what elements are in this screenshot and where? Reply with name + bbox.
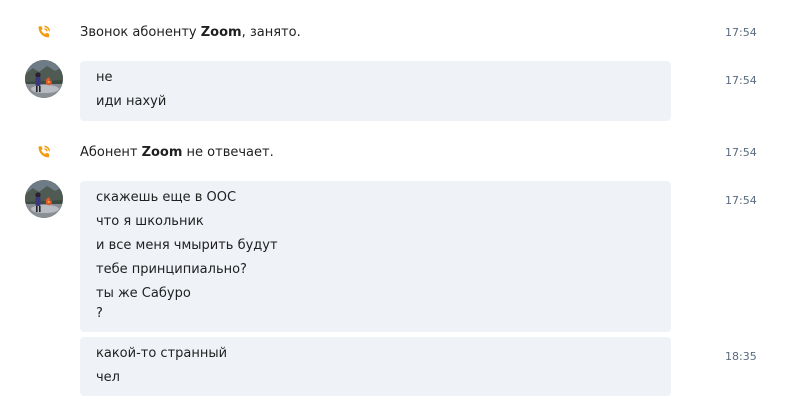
call-suffix: , занято. [241, 25, 301, 40]
call-suffix: не отвечает. [182, 145, 274, 160]
message-line: не [96, 70, 113, 85]
phone-call-icon [38, 25, 50, 38]
contact-name[interactable]: Zoom [142, 145, 183, 160]
call-event-text: Абонент Zoom не отвечает. [80, 144, 274, 162]
chat-history: Звонок абоненту Zoom, занято. 17:54 17:5… [0, 0, 795, 408]
avatar-image [25, 60, 63, 98]
avatar[interactable] [25, 180, 63, 218]
contact-name[interactable]: Zoom [201, 25, 242, 40]
phone-call-icon [38, 145, 50, 158]
message-line: скажешь еще в ООС [96, 190, 237, 205]
timestamp: 17:54 [725, 26, 757, 39]
timestamp: 17:54 [725, 74, 757, 87]
message-line: какой-то странный [96, 346, 228, 361]
message-line: тебе принципиально? [96, 262, 247, 277]
timestamp: 17:54 [725, 194, 757, 207]
avatar-image [25, 180, 63, 218]
timestamp: 17:54 [725, 146, 757, 159]
call-event-no-answer: Абонент Zoom не отвечает. 17:54 [0, 142, 795, 166]
timestamp: 18:35 [725, 350, 757, 363]
message-bubble[interactable]: какой-то странный чел [80, 337, 671, 396]
call-prefix: Звонок абоненту [80, 25, 201, 40]
message-line: и все меня чмырить будут [96, 238, 278, 253]
call-prefix: Абонент [80, 145, 142, 160]
call-event-text: Звонок абоненту Zoom, занято. [80, 24, 301, 42]
call-event-busy: Звонок абоненту Zoom, занято. 17:54 [0, 22, 795, 46]
message-line: ? [96, 306, 103, 321]
message-bubble[interactable]: скажешь еще в ООС что я школьник и все м… [80, 181, 671, 332]
message-line: чел [96, 370, 120, 385]
message-line: что я школьник [96, 214, 204, 229]
message-bubble[interactable]: не иди нахуй [80, 61, 671, 121]
message-line: ты же Сабуро [96, 286, 191, 301]
message-line: иди нахуй [96, 94, 167, 109]
avatar[interactable] [25, 60, 63, 98]
